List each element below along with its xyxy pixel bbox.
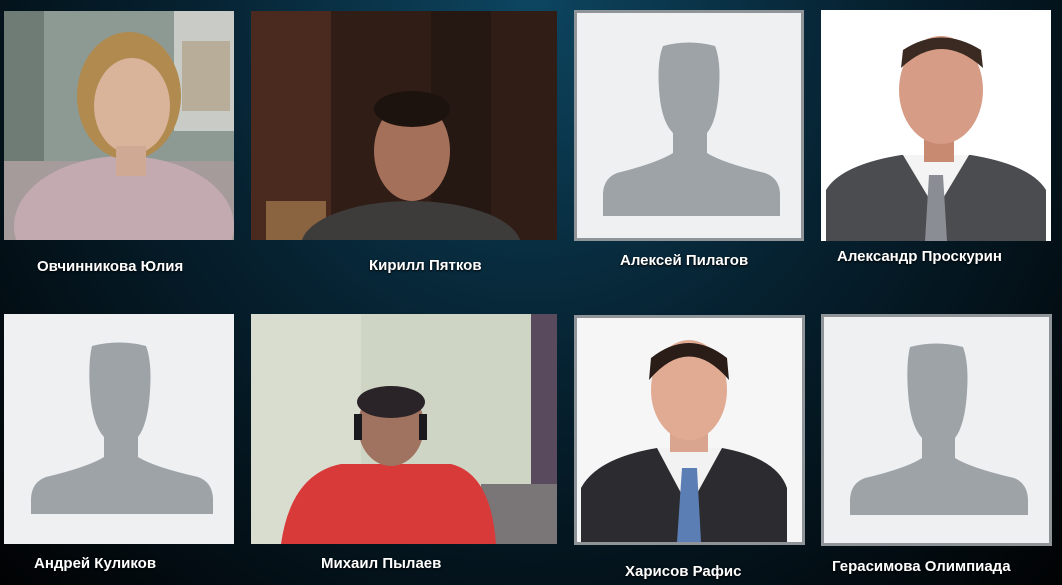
participant-photo-4 xyxy=(821,10,1051,241)
participant-tile-2[interactable] xyxy=(251,11,557,240)
participant-video-1 xyxy=(4,11,234,240)
participant-name-7: Харисов Рафис xyxy=(625,563,742,580)
participant-video-2 xyxy=(251,11,557,240)
participant-photo-7 xyxy=(577,318,802,542)
participant-video-6 xyxy=(251,314,557,544)
participant-name-4: Александр Проскурин xyxy=(837,248,1002,265)
participant-tile-7[interactable] xyxy=(574,315,805,545)
participant-tile-6[interactable] xyxy=(251,314,557,544)
participant-tile-1[interactable] xyxy=(4,11,234,240)
participant-tile-5[interactable] xyxy=(4,314,234,544)
participant-tile-4[interactable] xyxy=(821,10,1051,241)
participant-name-5: Андрей Куликов xyxy=(34,555,157,572)
participant-name-1: Овчинникова Юлия xyxy=(37,258,184,275)
participant-tile-3[interactable] xyxy=(574,10,804,241)
default-avatar-icon xyxy=(4,314,234,544)
participant-name-6: Михаил Пылаев xyxy=(321,555,442,572)
participant-tile-8[interactable] xyxy=(821,314,1052,546)
participant-name-3: Алексей Пилагов xyxy=(620,252,749,269)
participant-name-2: Кирилл Пятков xyxy=(369,257,482,274)
default-avatar-icon xyxy=(577,13,801,238)
phone-hangup-icon[interactable] xyxy=(107,229,234,240)
default-avatar-icon xyxy=(824,317,1049,543)
participant-name-8: Герасимова Олимпиада xyxy=(832,558,1011,575)
